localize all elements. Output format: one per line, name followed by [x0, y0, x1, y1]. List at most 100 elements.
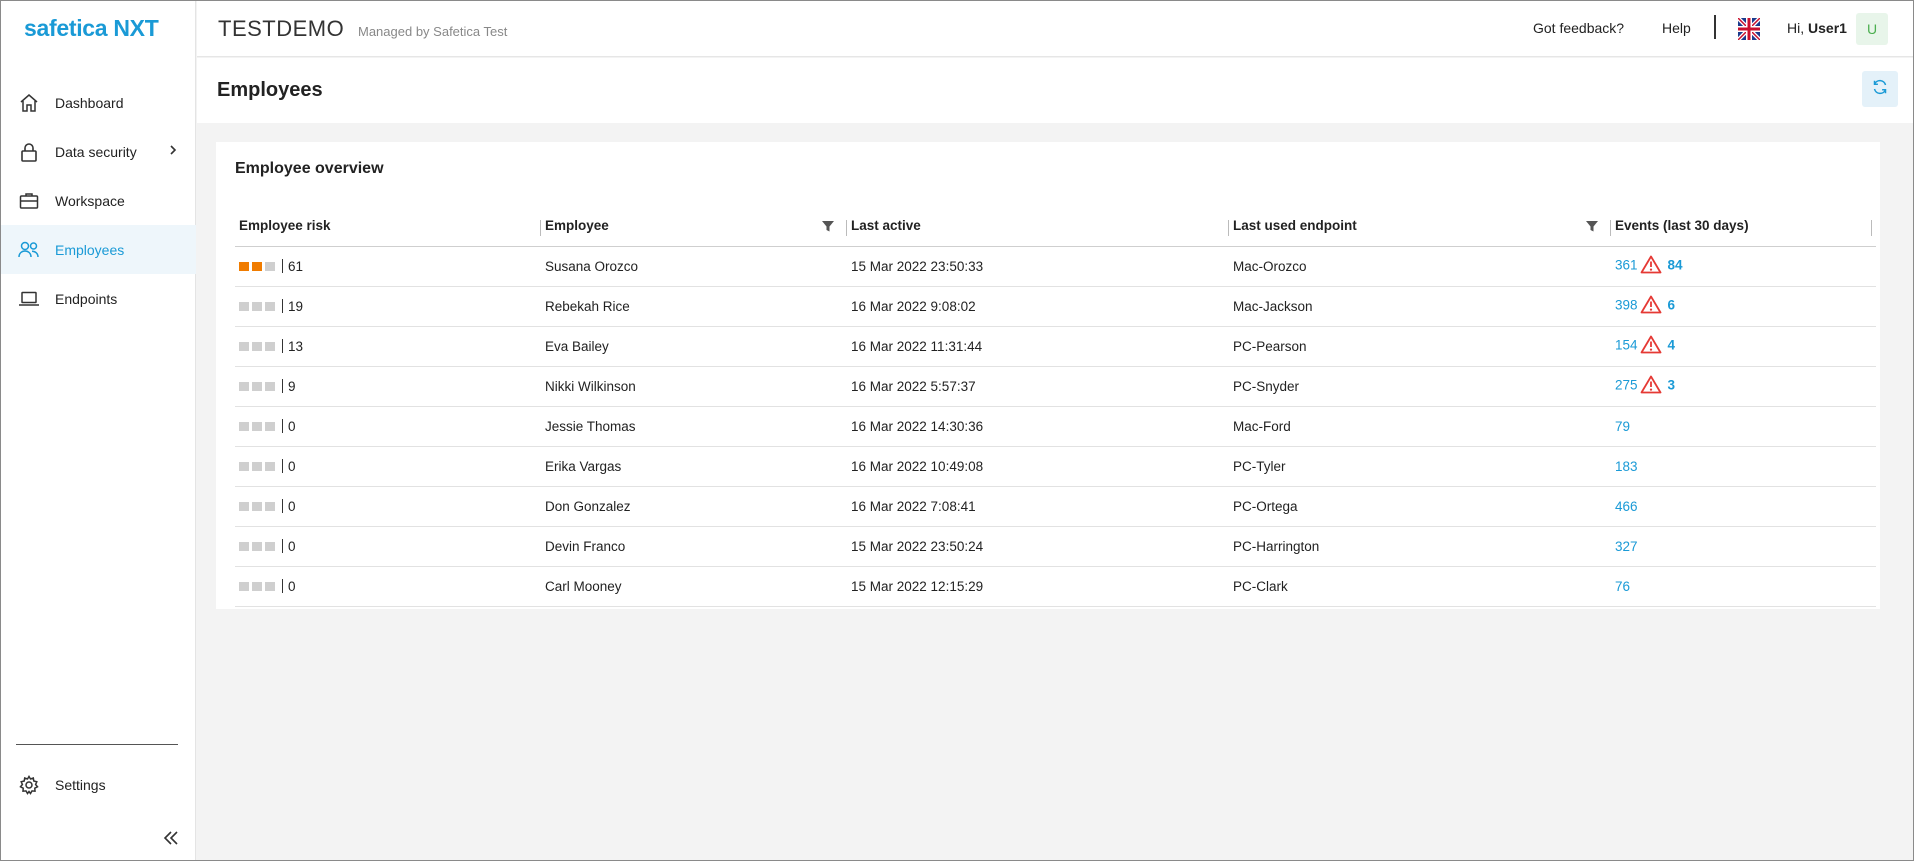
table-row[interactable]: 61 Susana Orozco 15 Mar 2022 23:50:33 Mac-O…	[235, 246, 1876, 287]
table-row[interactable]: 0 Carl Mooney 15 Mar 2022 12:15:29 PC-Clark…	[235, 566, 1876, 607]
column-header-last-active[interactable]: Last active	[847, 206, 1229, 247]
table-row[interactable]: 0 Erika Vargas 16 Mar 2022 10:49:08 PC-Tyle…	[235, 446, 1876, 487]
column-header-employee-risk[interactable]: Employee risk	[235, 206, 541, 247]
cell-events: 361 84	[1611, 246, 1876, 287]
risk-meter: 9	[239, 379, 296, 394]
events-count-link[interactable]: 154	[1615, 338, 1638, 353]
risk-separator	[282, 259, 283, 273]
refresh-icon	[1872, 79, 1888, 100]
sidebar-item-endpoints[interactable]: Endpoints	[1, 274, 196, 323]
logo-suffix: NXT	[113, 15, 159, 41]
top-header: TESTDEMO Managed by Safetica Test Got fe…	[197, 1, 1913, 57]
column-header-last-used-endpoint[interactable]: Last used endpoint	[1229, 206, 1611, 247]
employee-name[interactable]: Erika Vargas	[545, 459, 621, 474]
user-avatar[interactable]: U	[1856, 13, 1888, 45]
employee-name[interactable]: Carl Mooney	[545, 579, 622, 594]
feedback-link[interactable]: Got feedback?	[1533, 20, 1624, 36]
cell-last-active: 16 Mar 2022 9:08:02	[847, 286, 1229, 327]
events-count-link[interactable]: 183	[1615, 459, 1638, 474]
column-label: Employee risk	[239, 218, 331, 234]
filter-icon[interactable]	[821, 219, 835, 236]
employee-name[interactable]: Rebekah Rice	[545, 299, 630, 314]
events-count-link[interactable]: 275	[1615, 378, 1638, 393]
last-active-time: 16 Mar 2022 7:08:41	[851, 498, 976, 514]
endpoint-name[interactable]: Mac-Jackson	[1233, 299, 1313, 314]
column-header-employee[interactable]: Employee	[541, 206, 847, 247]
cell-last-used-endpoint: PC-Tyler	[1229, 446, 1611, 487]
events-count-link[interactable]: 76	[1615, 579, 1630, 594]
table-row[interactable]: 0 Don Gonzalez 16 Mar 2022 7:08:41 PC-Orteg…	[235, 486, 1876, 527]
sidebar-item-data-security[interactable]: Data security	[1, 127, 196, 176]
events-count-link[interactable]: 361	[1615, 258, 1638, 273]
table-row[interactable]: 0 Devin Franco 15 Mar 2022 23:50:24 PC-Harr…	[235, 526, 1876, 567]
sidebar-item-settings[interactable]: Settings	[1, 760, 196, 809]
briefcase-icon	[18, 190, 40, 212]
employee-name[interactable]: Nikki Wilkinson	[545, 379, 636, 394]
risk-indicator-square	[265, 461, 275, 471]
table-row[interactable]: 9 Nikki Wilkinson 16 Mar 2022 5:57:37 PC-Sn…	[235, 366, 1876, 407]
employee-overview-card: Employee overview Employee risk Employee…	[216, 142, 1880, 609]
employee-name[interactable]: Don Gonzalez	[545, 499, 631, 514]
risk-indicator-square	[252, 421, 262, 431]
sidebar-item-workspace[interactable]: Workspace	[1, 176, 196, 225]
risk-indicator-square	[252, 461, 262, 471]
risk-separator	[282, 499, 283, 513]
events-count-link[interactable]: 466	[1615, 499, 1638, 514]
sidebar-item-employees[interactable]: Employees	[1, 225, 196, 274]
cell-employee: Devin Franco	[541, 526, 847, 567]
cell-employee-risk: 0	[235, 446, 541, 487]
events-count-link[interactable]: 79	[1615, 419, 1630, 434]
cell-last-active: 15 Mar 2022 12:15:29	[847, 566, 1229, 607]
risk-indicator-square	[265, 381, 275, 391]
card-title: Employee overview	[235, 160, 384, 177]
sidebar: safetica NXT Dashboard Data security Wor…	[1, 1, 196, 860]
table-row[interactable]: 0 Jessie Thomas 16 Mar 2022 14:30:36 Mac-Fo…	[235, 406, 1876, 447]
sidebar-nav: Dashboard Data security Workspace Employ…	[1, 78, 196, 323]
alerts-count-link[interactable]: 3	[1668, 378, 1676, 393]
risk-separator	[282, 579, 283, 593]
collapse-sidebar-icon[interactable]	[161, 828, 181, 848]
risk-meter: 13	[239, 339, 303, 354]
cell-employee: Jessie Thomas	[541, 406, 847, 447]
risk-indicator-square	[252, 261, 262, 271]
endpoint-name[interactable]: Mac-Ford	[1233, 419, 1291, 434]
safetica-logo[interactable]: safetica NXT	[24, 15, 159, 42]
employee-name[interactable]: Jessie Thomas	[545, 419, 636, 434]
warning-triangle-icon	[1640, 295, 1662, 317]
endpoint-name[interactable]: PC-Snyder	[1233, 379, 1299, 394]
table-row[interactable]: 13 Eva Bailey 16 Mar 2022 11:31:44 PC-Pears…	[235, 326, 1876, 367]
risk-score: 0	[288, 418, 296, 434]
risk-indicator-square	[239, 541, 249, 551]
alerts-count-link[interactable]: 84	[1668, 258, 1683, 273]
uk-flag-icon[interactable]	[1736, 16, 1762, 42]
last-active-time: 16 Mar 2022 11:31:44	[851, 338, 983, 354]
endpoint-name[interactable]: PC-Pearson	[1233, 339, 1307, 354]
employees-table: Employee risk Employee Last active Last …	[235, 206, 1876, 607]
risk-meter: 0	[239, 419, 296, 434]
employee-name[interactable]: Eva Bailey	[545, 339, 609, 354]
refresh-button[interactable]	[1862, 71, 1898, 107]
column-resize-handle[interactable]	[1871, 220, 1872, 236]
sidebar-item-dashboard[interactable]: Dashboard	[1, 78, 196, 127]
endpoint-name[interactable]: Mac-Orozco	[1233, 259, 1307, 274]
risk-separator	[282, 339, 283, 353]
table-header-row: Employee risk Employee Last active Last …	[235, 206, 1876, 247]
endpoint-name[interactable]: PC-Clark	[1233, 579, 1288, 594]
table-row[interactable]: 19 Rebekah Rice 16 Mar 2022 9:08:02 Mac-Jac…	[235, 286, 1876, 327]
help-link[interactable]: Help	[1662, 20, 1691, 36]
user-greeting: Hi, User1	[1787, 20, 1847, 36]
endpoint-name[interactable]: PC-Ortega	[1233, 499, 1298, 514]
endpoint-name[interactable]: PC-Harrington	[1233, 539, 1319, 554]
filter-icon[interactable]	[1585, 219, 1599, 236]
risk-indicator-square	[265, 341, 275, 351]
risk-indicator-square	[239, 421, 249, 431]
alerts-count-link[interactable]: 4	[1668, 338, 1676, 353]
endpoint-name[interactable]: PC-Tyler	[1233, 459, 1286, 474]
alerts-count-link[interactable]: 6	[1668, 298, 1676, 313]
column-header-events[interactable]: Events (last 30 days)	[1611, 206, 1876, 247]
events-count-link[interactable]: 327	[1615, 539, 1638, 554]
employee-name[interactable]: Devin Franco	[545, 539, 625, 554]
events-count-link[interactable]: 398	[1615, 298, 1638, 313]
employee-name[interactable]: Susana Orozco	[545, 259, 638, 274]
risk-indicator-square	[239, 381, 249, 391]
